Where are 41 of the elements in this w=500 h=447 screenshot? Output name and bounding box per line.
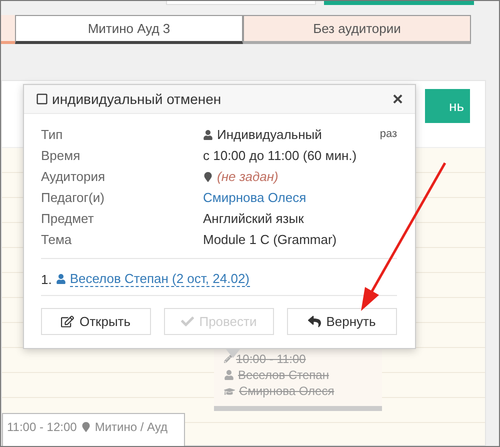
user-icon: [224, 370, 234, 380]
field-value: Индивидуальный: [203, 124, 380, 145]
map-marker-icon: [80, 422, 91, 432]
lesson-time: 10:00 - 11:00: [236, 351, 306, 367]
field-label: Тема: [41, 231, 73, 249]
user-icon: [203, 130, 213, 140]
field-label: Предмет: [41, 210, 95, 228]
user-icon: [56, 274, 66, 284]
lesson-card[interactable]: 11:00 - 12:00 Митино / Ауд: [2, 413, 185, 446]
revert-button[interactable]: Вернуть: [287, 308, 397, 335]
close-button[interactable]: ×: [392, 88, 403, 110]
field-value[interactable]: Смирнова Олеся: [203, 187, 380, 208]
check-icon: [181, 315, 194, 328]
room-tab[interactable]: Митино Ауд 3: [15, 15, 243, 44]
field-label: Тип: [41, 126, 64, 144]
action-button[interactable]: нь: [425, 89, 470, 123]
student-link[interactable]: Веселов Степан (2 ост, 24.02): [70, 271, 250, 287]
reply-icon: [308, 315, 322, 328]
field-label: Время: [41, 147, 82, 165]
field-label: Педагог(и): [41, 189, 106, 207]
student-name: Веселов Степан: [238, 367, 329, 383]
field-label: Аудитория: [41, 168, 106, 186]
edit-icon: [61, 315, 74, 328]
side-note: раз: [380, 127, 397, 142]
field-value: (не задан): [203, 166, 380, 187]
student-number: 1.: [41, 272, 52, 286]
field-value: Module 1 C (Grammar): [203, 231, 338, 249]
open-button[interactable]: Открыть: [41, 308, 151, 335]
top-field[interactable]: [166, 1, 316, 5]
map-marker-icon: [203, 172, 213, 182]
graduation-cap-icon: [224, 386, 235, 396]
pencil-icon: [224, 355, 232, 363]
checkbox-icon[interactable]: [36, 93, 48, 105]
lesson-time: 11:00 - 12:00: [7, 420, 77, 434]
field-value: Английский язык: [203, 210, 305, 228]
partial-tab[interactable]: [1, 15, 15, 44]
lesson-location: Митино / Ауд: [94, 420, 168, 434]
room-tab[interactable]: Без аудитории: [243, 15, 471, 44]
teacher-name: Смирнова Олеся: [239, 383, 334, 399]
popup-title: индивидуальный отменен: [52, 91, 222, 107]
field-value: с 10:00 до 11:00 (60 мин.): [203, 147, 358, 165]
